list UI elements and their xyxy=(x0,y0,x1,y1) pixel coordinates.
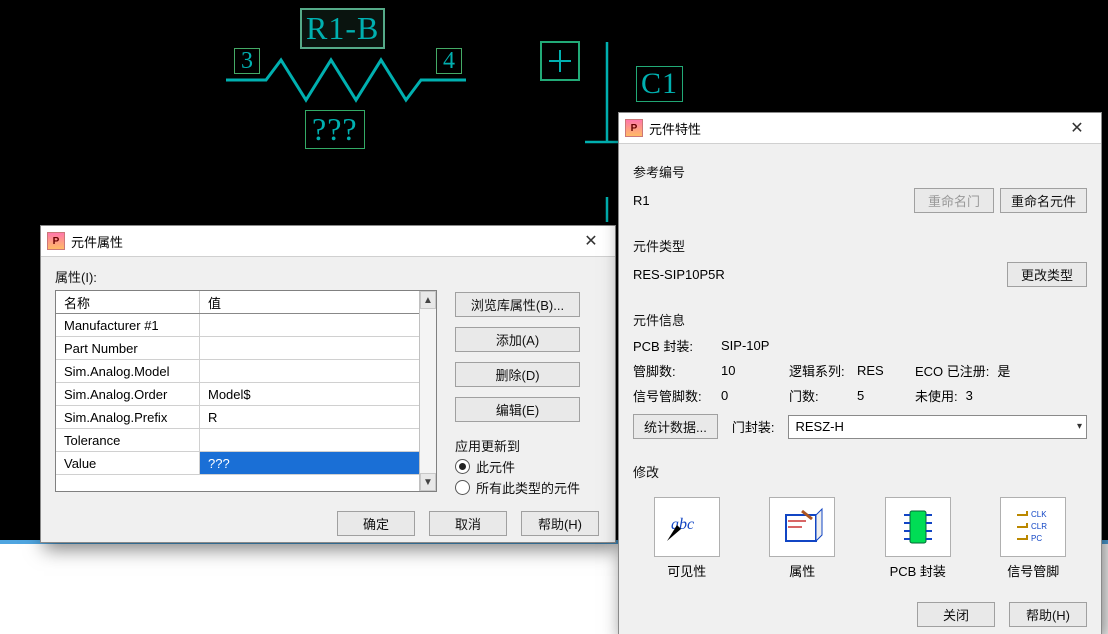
ref-number-value: R1 xyxy=(633,193,650,208)
help-button[interactable]: 帮助(H) xyxy=(1009,602,1087,627)
close-button[interactable]: 关闭 xyxy=(917,602,995,627)
table-scrollbar[interactable]: ▲ ▼ xyxy=(419,291,436,491)
close-icon[interactable]: ✕ xyxy=(571,229,611,253)
add-attribute-button[interactable]: 添加(A) xyxy=(455,327,580,352)
ref-number-label: 参考编号 xyxy=(633,162,1087,181)
component-value-label: ??? xyxy=(305,110,365,149)
pin-count-value: 10 xyxy=(721,363,781,378)
table-row[interactable]: Sim.Analog.Model xyxy=(56,360,419,383)
signal-pins-button[interactable]: CLK CLR PC xyxy=(1000,497,1066,557)
table-row[interactable]: Sim.Analog.Prefix R xyxy=(56,406,419,429)
pcb-package-button[interactable] xyxy=(885,497,951,557)
table-row[interactable]: Tolerance xyxy=(56,429,419,452)
logic-family-value: RES xyxy=(857,363,907,378)
signal-pin-count-label: 信号管脚数: xyxy=(633,386,713,405)
col-name: 名称 xyxy=(56,291,200,313)
chevron-down-icon: ▾ xyxy=(1077,421,1082,432)
attributes-icon xyxy=(778,505,826,549)
delete-attribute-button[interactable]: 删除(D) xyxy=(455,362,580,387)
unused-value: 3 xyxy=(966,388,973,403)
rename-gate-button[interactable]: 重命名门 xyxy=(914,188,994,213)
apply-updates-label: 应用更新到 xyxy=(455,436,580,455)
scroll-down-icon[interactable]: ▼ xyxy=(420,473,436,491)
component-ref-label: R1-B xyxy=(300,8,385,49)
pcb-package-label: PCB 封装 xyxy=(890,561,946,580)
attributes-button[interactable] xyxy=(769,497,835,557)
attributes-label: 属性 xyxy=(789,561,815,580)
signal-pin-icon: CLK CLR PC xyxy=(1009,505,1057,549)
signal-pin-count-value: 0 xyxy=(721,388,781,403)
svg-text:CLR: CLR xyxy=(1031,522,1047,531)
component-type-value: RES-SIP10P5R xyxy=(633,267,725,282)
table-row[interactable]: Sim.Analog.Order Model$ xyxy=(56,383,419,406)
gate-package-dropdown[interactable]: RESZ-H ▾ xyxy=(788,415,1087,439)
eco-registered-label: ECO 已注册: xyxy=(915,361,989,380)
pcb-package-label: PCB 封装: xyxy=(633,336,713,355)
radio-icon xyxy=(455,480,470,495)
change-type-button[interactable]: 更改类型 xyxy=(1007,262,1087,287)
attributes-table[interactable]: 名称 值 Manufacturer #1 Part Number xyxy=(55,290,437,492)
visibility-icon: abc xyxy=(663,505,711,549)
signal-pins-label: 信号管脚 xyxy=(1007,561,1059,580)
dialog2-titlebar[interactable]: P 元件特性 ✕ xyxy=(619,113,1101,144)
table-row[interactable]: Manufacturer #1 xyxy=(56,314,419,337)
component-properties-dialog: P 元件特性 ✕ 参考编号 R1 重命名门 重命名元件 元件类型 R xyxy=(618,112,1102,634)
app-icon: P xyxy=(47,232,65,250)
close-icon[interactable]: ✕ xyxy=(1057,116,1097,140)
ok-button[interactable]: 确定 xyxy=(337,511,415,536)
dialog1-titlebar[interactable]: P 元件属性 ✕ xyxy=(41,226,615,257)
resistor-symbol xyxy=(226,55,466,105)
gate-count-label: 门数: xyxy=(789,386,849,405)
table-row[interactable]: Value ??? xyxy=(56,452,419,475)
logic-family-label: 逻辑系列: xyxy=(789,361,849,380)
help-button[interactable]: 帮助(H) xyxy=(521,511,599,536)
component-attributes-dialog: P 元件属性 ✕ 属性(I): 名称 值 xyxy=(40,225,616,543)
statistics-button[interactable]: 统计数据... xyxy=(633,414,718,439)
col-value: 值 xyxy=(200,291,419,313)
gate-package-label: 门封装: xyxy=(732,417,775,436)
visibility-label: 可见性 xyxy=(667,561,706,580)
pcb-package-value: SIP-10P xyxy=(721,338,769,353)
pin-count-label: 管脚数: xyxy=(633,361,713,380)
eco-registered-value: 是 xyxy=(997,361,1010,380)
unused-label: 未使用: xyxy=(915,386,958,405)
component-info-label: 元件信息 xyxy=(633,310,1087,329)
gate-count-value: 5 xyxy=(857,388,907,403)
apply-this-radio[interactable]: 此元件 xyxy=(455,457,580,476)
modify-section-label: 修改 xyxy=(633,462,1087,481)
dialog2-title: 元件特性 xyxy=(649,119,701,138)
apply-all-radio[interactable]: 所有此类型的元件 xyxy=(455,478,580,497)
table-row[interactable]: Part Number xyxy=(56,337,419,360)
scroll-up-icon[interactable]: ▲ xyxy=(420,291,436,309)
cancel-button[interactable]: 取消 xyxy=(429,511,507,536)
svg-text:CLK: CLK xyxy=(1031,510,1047,519)
visibility-button[interactable]: abc xyxy=(654,497,720,557)
svg-text:PC: PC xyxy=(1031,534,1042,543)
browse-lib-attributes-button[interactable]: 浏览库属性(B)... xyxy=(455,292,580,317)
dialog1-title: 元件属性 xyxy=(71,232,123,251)
app-icon: P xyxy=(625,119,643,137)
radio-icon xyxy=(455,459,470,474)
attributes-section-label: 属性(I): xyxy=(55,267,601,286)
component-type-label: 元件类型 xyxy=(633,236,1087,255)
table-header: 名称 值 xyxy=(56,291,419,314)
edit-attribute-button[interactable]: 编辑(E) xyxy=(455,397,580,422)
chip-icon xyxy=(894,505,942,549)
rename-component-button[interactable]: 重命名元件 xyxy=(1000,188,1087,213)
